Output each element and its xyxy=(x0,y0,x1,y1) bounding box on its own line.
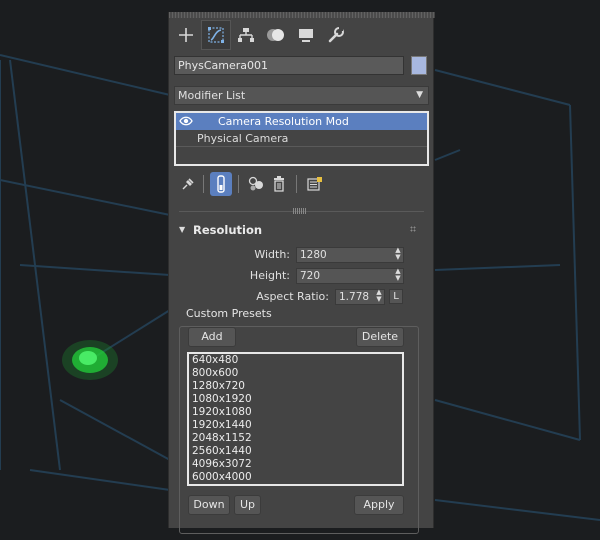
height-spinner[interactable]: 720 ▲ ▼ xyxy=(296,268,404,284)
motion-icon xyxy=(267,29,284,41)
tab-modify[interactable] xyxy=(201,20,231,50)
stack-item-physical-camera[interactable]: Physical Camera xyxy=(176,130,427,147)
aspect-ratio-spinner[interactable]: 1.778 ▲ ▼ xyxy=(335,289,385,305)
dropdown-arrow-icon: ▼ xyxy=(416,90,423,100)
preset-item[interactable]: 6000x4000 xyxy=(189,471,402,484)
preset-item[interactable]: 1920x1440 xyxy=(189,419,402,432)
preset-item[interactable]: 1280x720 xyxy=(189,380,402,393)
spinner-arrows-icon[interactable]: ▲ ▼ xyxy=(395,268,401,282)
stack-item-label: Physical Camera xyxy=(197,132,289,145)
aspect-ratio-row: Aspect Ratio: xyxy=(169,289,329,305)
display-icon xyxy=(299,29,313,42)
preset-item[interactable]: 2560x1440 xyxy=(189,445,402,458)
spinner-arrows-icon[interactable]: ▲ ▼ xyxy=(376,289,382,303)
tab-display[interactable] xyxy=(291,20,321,50)
show-end-result-icon xyxy=(217,175,225,193)
stack-item-camera-resolution-mod[interactable]: Camera Resolution Mod xyxy=(176,113,427,130)
preset-item[interactable]: 1080x1920 xyxy=(189,393,402,406)
preset-item[interactable]: 640x480 xyxy=(189,354,402,367)
move-down-button[interactable]: Down xyxy=(188,495,230,515)
modifier-list-dropdown[interactable]: Modifier List ▼ xyxy=(174,86,429,105)
add-preset-button[interactable]: Add xyxy=(188,327,236,347)
collapse-triangle-icon: ▼ xyxy=(179,225,186,234)
height-label: Height: xyxy=(249,269,290,282)
preset-item[interactable]: 2048x1152 xyxy=(189,432,402,445)
stack-empty-row xyxy=(176,147,427,164)
move-up-button[interactable]: Up xyxy=(234,495,261,515)
toolbar-separator xyxy=(296,175,297,193)
hierarchy-icon xyxy=(238,28,254,42)
width-value: 1280 xyxy=(300,249,327,261)
apply-preset-button[interactable]: Apply xyxy=(354,495,404,515)
rollout-title: Resolution xyxy=(193,223,263,237)
aspect-ratio-value: 1.778 xyxy=(339,291,370,303)
rollout-grip-icon[interactable] xyxy=(410,226,416,232)
stack-toolbar xyxy=(177,172,427,196)
width-spinner[interactable]: 1280 ▲ ▼ xyxy=(296,247,404,263)
aspect-ratio-label: Aspect Ratio: xyxy=(256,290,329,303)
delete-preset-button[interactable]: Delete xyxy=(356,327,404,347)
object-name-field[interactable]: PhysCamera001 xyxy=(174,56,404,75)
tab-motion[interactable] xyxy=(261,20,291,50)
height-row: Height: xyxy=(169,268,290,284)
toolbar-separator xyxy=(203,175,204,193)
spinner-arrows-icon[interactable]: ▲ ▼ xyxy=(395,247,401,261)
modifier-stack: Camera Resolution Mod Physical Camera xyxy=(174,111,429,166)
show-end-result-button[interactable] xyxy=(210,172,232,196)
width-row: Width: xyxy=(169,247,290,263)
tab-create[interactable] xyxy=(171,20,201,50)
make-unique-icon xyxy=(248,176,263,191)
modify-icon xyxy=(208,27,224,43)
create-plus-icon xyxy=(179,28,193,42)
eye-icon[interactable] xyxy=(179,115,193,127)
height-value: 720 xyxy=(300,270,321,282)
object-color-swatch[interactable] xyxy=(411,56,427,75)
camera-target-glow xyxy=(62,340,118,380)
preset-item[interactable]: 800x600 xyxy=(189,367,402,380)
remove-modifier-button[interactable] xyxy=(268,172,290,196)
tab-utilities[interactable] xyxy=(321,20,351,50)
preset-item[interactable]: 4096x3072 xyxy=(189,458,402,471)
utilities-wrench-icon xyxy=(328,27,344,43)
trash-icon xyxy=(274,176,284,192)
configure-sets-icon xyxy=(307,177,322,191)
pin-stack-button[interactable] xyxy=(177,172,199,196)
make-unique-button[interactable] xyxy=(245,172,267,196)
configure-modifier-sets-button[interactable] xyxy=(304,172,326,196)
aspect-lock-button[interactable]: L xyxy=(389,289,403,304)
custom-presets-label: Custom Presets xyxy=(184,307,274,320)
pin-icon xyxy=(182,178,194,190)
command-panel-tabs xyxy=(169,20,435,50)
divider-grip[interactable] xyxy=(293,208,307,214)
tab-hierarchy[interactable] xyxy=(231,20,261,50)
resolution-rollout-header[interactable]: ▼ Resolution xyxy=(177,222,422,240)
modifier-list-label: Modifier List xyxy=(178,89,246,102)
preset-item[interactable]: 1920x1080 xyxy=(189,406,402,419)
toolbar-separator xyxy=(238,175,239,193)
panel-grip[interactable] xyxy=(169,12,435,18)
width-label: Width: xyxy=(254,248,290,261)
stack-item-label: Camera Resolution Mod xyxy=(218,115,349,128)
presets-listbox[interactable]: 640x480 800x600 1280x720 1080x1920 1920x… xyxy=(187,352,404,486)
